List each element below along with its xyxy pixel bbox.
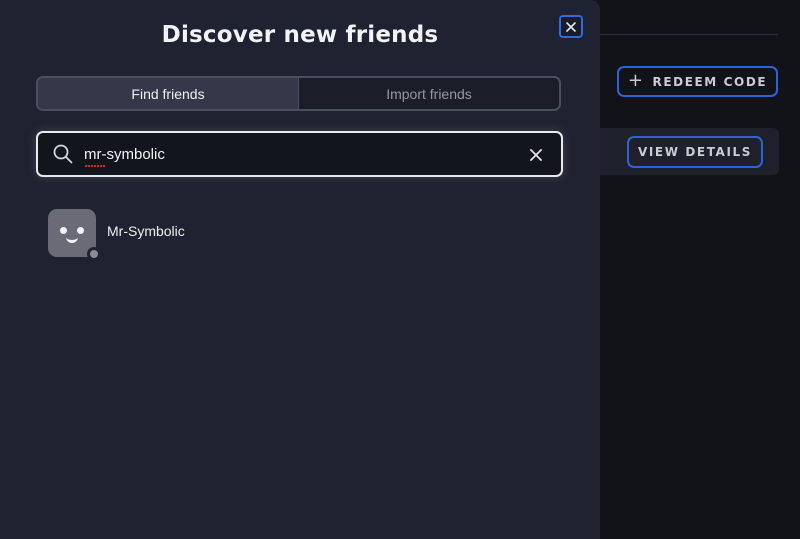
redeem-code-button[interactable]: + REDEEM CODE <box>617 66 778 97</box>
avatar-eye-left <box>60 227 67 234</box>
close-icon <box>566 21 576 32</box>
redeem-code-label: REDEEM CODE <box>652 74 768 89</box>
status-indicator <box>87 247 101 261</box>
tab-import-friends[interactable]: Import friends <box>299 78 559 109</box>
close-button[interactable] <box>559 15 583 38</box>
spellcheck-underline <box>85 165 105 167</box>
modal-title: Discover new friends <box>161 22 439 48</box>
avatar-mouth <box>66 237 78 243</box>
result-username: Mr-Symbolic <box>107 223 185 239</box>
avatar <box>48 209 101 261</box>
view-details-button[interactable]: VIEW DETAILS <box>627 136 763 168</box>
background-divider <box>600 34 778 35</box>
plus-icon: + <box>627 69 645 91</box>
clear-search-button[interactable] <box>526 145 546 165</box>
discover-friends-modal: Discover new friends Find friends Import… <box>0 0 600 539</box>
avatar-eye-right <box>77 227 84 234</box>
search-result-item[interactable]: Mr-Symbolic <box>48 208 348 261</box>
friends-tabs: Find friends Import friends <box>36 76 561 111</box>
search-input[interactable] <box>84 141 504 167</box>
tab-find-friends[interactable]: Find friends <box>38 78 299 109</box>
search-box <box>36 131 563 177</box>
search-icon <box>53 144 73 164</box>
clear-icon <box>530 149 542 161</box>
